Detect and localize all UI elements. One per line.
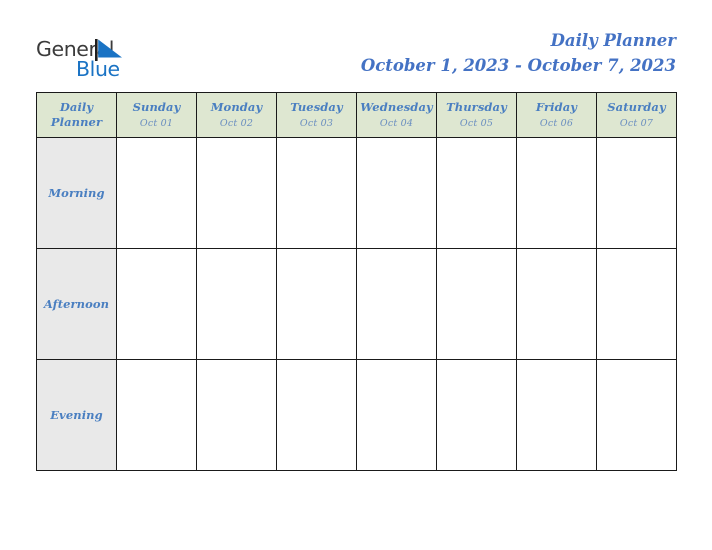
planner-cell-morning-thursday[interactable] <box>436 137 517 249</box>
day-date-label: Oct 07 <box>619 117 654 129</box>
planner-cell-morning-monday[interactable] <box>196 137 277 249</box>
planner-cell-afternoon-tuesday[interactable] <box>276 248 357 360</box>
page-header: General Blue Daily Planner October 1, 20… <box>0 0 712 92</box>
title-block: Daily Planner October 1, 2023 - October … <box>361 30 676 78</box>
slot-label-text: Evening <box>50 408 103 422</box>
slot-label-text: Afternoon <box>43 297 110 311</box>
day-header-saturday: Saturday Oct 07 <box>596 92 677 138</box>
generalblue-logo: General Blue <box>36 38 196 86</box>
planner-cell-evening-friday[interactable] <box>516 359 597 471</box>
planner-cell-afternoon-wednesday[interactable] <box>356 248 437 360</box>
day-date-label: Oct 03 <box>299 117 334 129</box>
slot-label-morning: Morning <box>36 137 117 249</box>
planner-cell-evening-wednesday[interactable] <box>356 359 437 471</box>
table-header-row: Daily Planner Sunday Oct 01 Monday Oct 0… <box>36 92 677 138</box>
slot-label-text: Morning <box>48 186 105 200</box>
day-date-label: Oct 06 <box>539 117 574 129</box>
corner-label-line2: Planner <box>50 115 103 129</box>
day-name-label: Saturday <box>607 99 666 114</box>
day-header-monday: Monday Oct 02 <box>196 92 277 138</box>
day-name-label: Wednesday <box>360 99 433 114</box>
planner-row-morning: Morning <box>36 137 677 249</box>
planner-cell-evening-monday[interactable] <box>196 359 277 471</box>
logo-text-blue: Blue <box>76 57 120 81</box>
planner-cell-evening-saturday[interactable] <box>596 359 677 471</box>
planner-cell-morning-sunday[interactable] <box>116 137 197 249</box>
day-name-label: Tuesday <box>290 99 343 114</box>
day-date-label: Oct 01 <box>139 117 174 129</box>
table-body: Morning Afternoon Evening <box>36 137 677 471</box>
table-corner-cell: Daily Planner <box>36 92 117 138</box>
corner-label-line1: Daily <box>59 100 94 114</box>
triangle-flag-icon <box>95 39 123 61</box>
planner-cell-afternoon-friday[interactable] <box>516 248 597 360</box>
planner-cell-morning-tuesday[interactable] <box>276 137 357 249</box>
planner-cell-afternoon-thursday[interactable] <box>436 248 517 360</box>
date-range-label: October 1, 2023 - October 7, 2023 <box>360 56 676 75</box>
planner-cell-afternoon-sunday[interactable] <box>116 248 197 360</box>
day-header-sunday: Sunday Oct 01 <box>116 92 197 138</box>
planner-cell-afternoon-monday[interactable] <box>196 248 277 360</box>
day-header-wednesday: Wednesday Oct 04 <box>356 92 437 138</box>
planner-cell-evening-sunday[interactable] <box>116 359 197 471</box>
slot-label-evening: Evening <box>36 359 117 471</box>
planner-cell-afternoon-saturday[interactable] <box>596 248 677 360</box>
day-header-tuesday: Tuesday Oct 03 <box>276 92 357 138</box>
table-head: Daily Planner Sunday Oct 01 Monday Oct 0… <box>36 92 677 138</box>
planner-cell-morning-friday[interactable] <box>516 137 597 249</box>
day-date-label: Oct 04 <box>379 117 414 129</box>
day-name-label: Monday <box>210 99 263 114</box>
day-header-friday: Friday Oct 06 <box>516 92 597 138</box>
planner-cell-evening-tuesday[interactable] <box>276 359 357 471</box>
planner-row-afternoon: Afternoon <box>36 248 677 360</box>
planner-cell-evening-thursday[interactable] <box>436 359 517 471</box>
planner-row-evening: Evening <box>36 359 677 471</box>
day-date-label: Oct 05 <box>459 117 494 129</box>
day-name-label: Sunday <box>132 99 181 114</box>
slot-label-afternoon: Afternoon <box>36 248 117 360</box>
day-name-label: Friday <box>535 99 578 114</box>
day-header-thursday: Thursday Oct 05 <box>436 92 517 138</box>
planner-cell-morning-saturday[interactable] <box>596 137 677 249</box>
day-date-label: Oct 02 <box>219 117 254 129</box>
page-title: Daily Planner <box>550 31 676 50</box>
daily-planner-table: Daily Planner Sunday Oct 01 Monday Oct 0… <box>36 92 677 471</box>
planner-cell-morning-wednesday[interactable] <box>356 137 437 249</box>
day-name-label: Thursday <box>446 99 507 114</box>
